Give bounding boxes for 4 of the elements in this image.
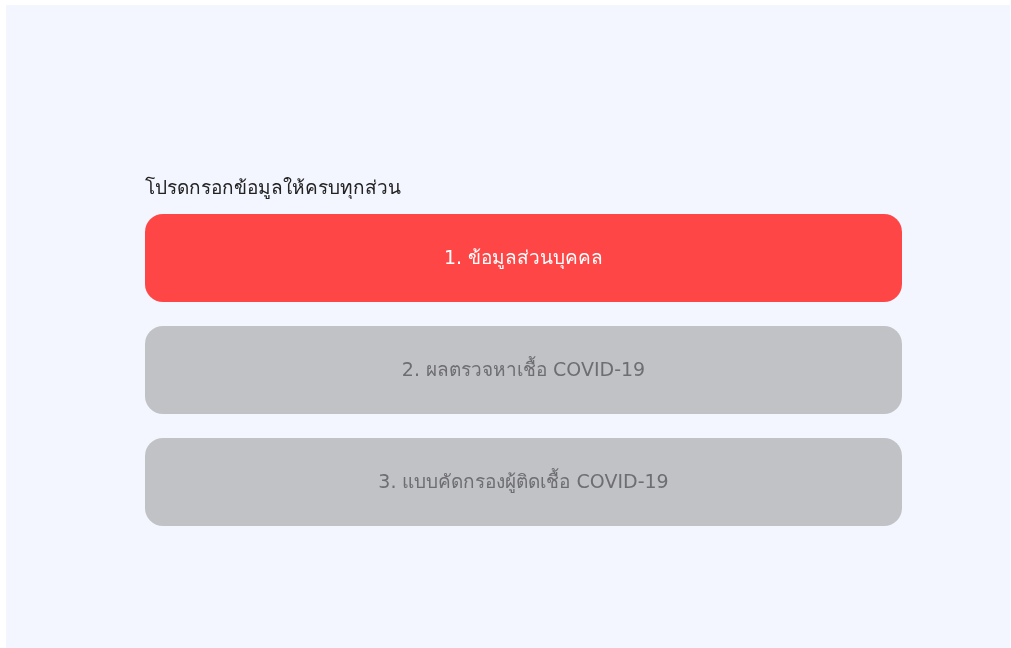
step-button[interactable]: 2. ผลตรวจหาเชื้อ COVID-19 — [145, 325, 902, 414]
instruction-text: โปรดกรอกข้อมูลให้ครบทุกส่วน — [145, 175, 402, 201]
step-button[interactable]: 3. แบบคัดกรองผู้ติดเชื้อ COVID-19 — [145, 437, 902, 526]
step-button[interactable]: 1. ข้อมูลส่วนบุคคล — [145, 213, 902, 302]
